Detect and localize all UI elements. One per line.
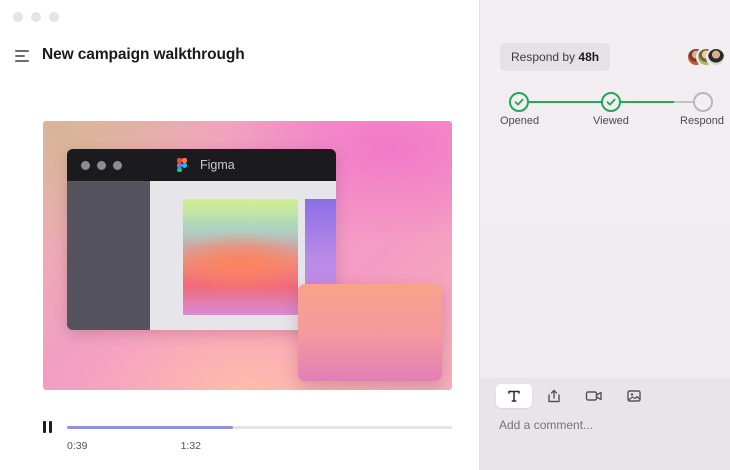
app-window: New campaign walkthrough Figma 0:39 1:32… — [0, 0, 730, 470]
step-connector — [674, 101, 694, 103]
upload-icon[interactable] — [536, 384, 572, 408]
progress-bar[interactable] — [67, 426, 452, 429]
comment-input[interactable] — [499, 418, 709, 432]
camera-bubble[interactable] — [298, 284, 442, 381]
step-connector — [519, 101, 613, 103]
recording-titlebar: Figma — [67, 149, 336, 181]
video-camera-icon[interactable] — [576, 384, 612, 408]
pause-icon[interactable] — [43, 421, 53, 433]
progress-fill — [67, 426, 233, 429]
maximize-window-button[interactable] — [49, 12, 59, 22]
current-time: 0:39 — [67, 440, 88, 452]
viewer-avatars[interactable] — [686, 47, 726, 67]
menu-icon[interactable] — [15, 50, 31, 62]
video-panel: New campaign walkthrough Figma 0:39 1:32 — [0, 0, 479, 470]
close-window-button[interactable] — [13, 12, 23, 22]
page-title: New campaign walkthrough — [42, 46, 245, 63]
gradient-artwork — [183, 199, 298, 315]
comment-composer — [480, 378, 730, 470]
step-respond-circle-icon — [693, 92, 713, 112]
text-icon[interactable] — [496, 384, 532, 408]
screen-recording-window: Figma — [67, 149, 336, 330]
respond-deadline: 48h — [578, 50, 600, 64]
total-duration: 1:32 — [180, 440, 201, 452]
recording-app-name: Figma — [200, 158, 235, 172]
step-opened-check-icon — [509, 92, 529, 112]
response-progress: Opened Viewed Respond — [500, 92, 725, 132]
step-viewed-check-icon — [601, 92, 621, 112]
window-controls — [13, 12, 59, 22]
video-player[interactable]: Figma — [43, 121, 452, 390]
avatar — [706, 47, 726, 67]
step-label-viewed: Viewed — [593, 115, 629, 127]
step-label-respond: Respond — [680, 115, 725, 127]
recording-window-dots — [81, 161, 122, 170]
composer-toolbar — [496, 384, 652, 408]
minimize-window-button[interactable] — [31, 12, 41, 22]
image-icon[interactable] — [616, 384, 652, 408]
respond-by-badge: Respond by 48h — [500, 43, 611, 71]
respond-by-label: Respond by — [511, 50, 579, 64]
step-label-opened: Opened — [500, 115, 540, 127]
recording-sidebar — [67, 181, 150, 330]
figma-logo-icon — [177, 158, 189, 172]
response-sidebar: Respond by 48h Opened Viewed Respond — [479, 0, 730, 470]
